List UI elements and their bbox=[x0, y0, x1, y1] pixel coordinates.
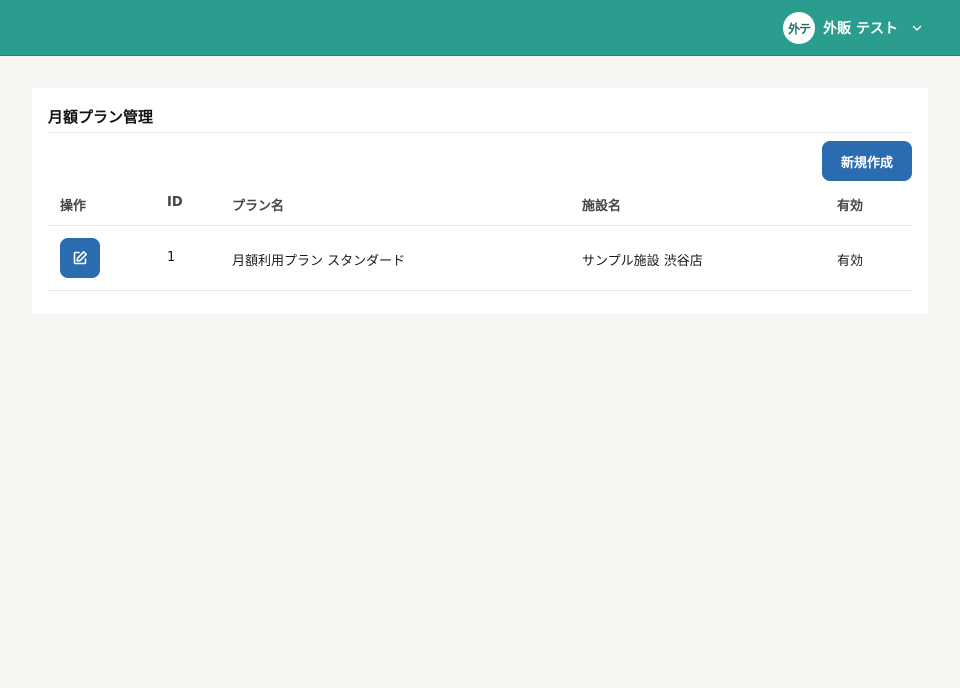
column-header-action: 操作 bbox=[60, 199, 87, 214]
user-menu[interactable]: 外テ 外販 テスト bbox=[783, 12, 924, 44]
user-name: 外販 テスト bbox=[823, 21, 898, 37]
edit-button[interactable] bbox=[60, 238, 100, 278]
create-new-button[interactable]: 新規作成 bbox=[822, 141, 912, 181]
title-divider bbox=[48, 132, 912, 133]
header-divider bbox=[48, 225, 912, 226]
cell-plan-name: 月額利用プラン スタンダード bbox=[232, 254, 406, 269]
cell-id: 1 bbox=[167, 250, 176, 265]
column-header-active: 有効 bbox=[837, 199, 864, 214]
plan-management-card: 月額プラン管理 新規作成 操作 ID プラン名 施設名 有効 1 月額利用プラン… bbox=[32, 88, 928, 314]
avatar: 外テ bbox=[783, 12, 816, 44]
cell-facility: サンプル施設 渋谷店 bbox=[582, 254, 703, 269]
column-header-id: ID bbox=[167, 195, 183, 210]
edit-icon bbox=[73, 251, 87, 265]
page-title: 月額プラン管理 bbox=[48, 108, 154, 126]
top-header: 外テ 外販 テスト bbox=[0, 0, 960, 56]
cell-active: 有効 bbox=[837, 254, 864, 269]
column-header-facility: 施設名 bbox=[582, 199, 622, 214]
chevron-down-icon[interactable] bbox=[910, 21, 924, 35]
column-header-plan-name: プラン名 bbox=[232, 199, 285, 214]
row-divider bbox=[48, 290, 912, 291]
